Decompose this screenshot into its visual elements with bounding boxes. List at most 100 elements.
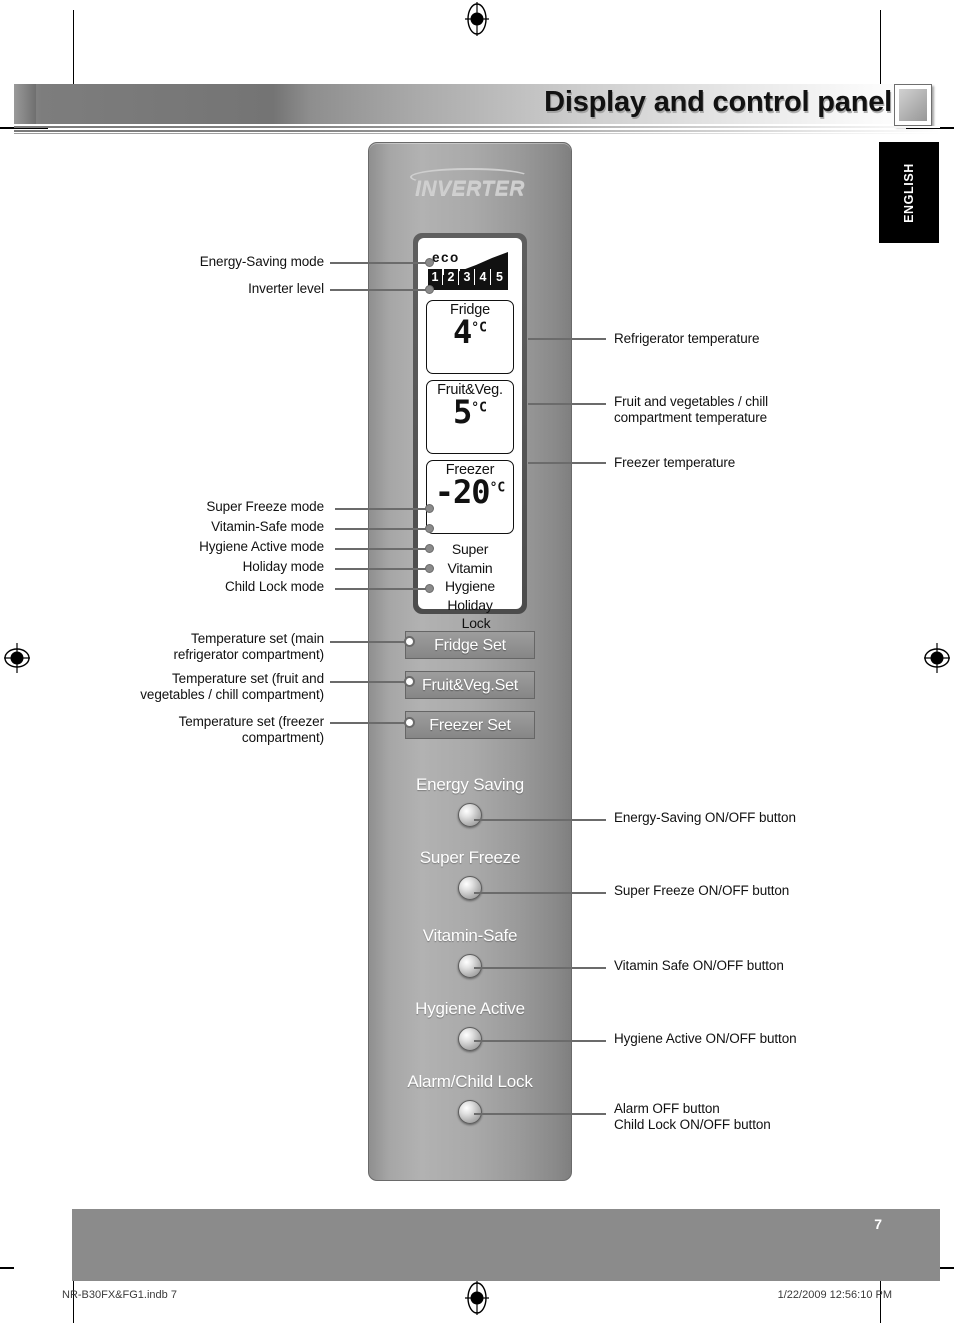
callout-inverter-level: Inverter level	[248, 281, 324, 296]
leader-alarm-child-lock-button	[474, 1113, 606, 1115]
leader-vitamin-safe-mode	[335, 528, 428, 530]
fruit-veg-unit: °C	[471, 400, 487, 416]
leader-vitamin-safe-button	[474, 967, 606, 969]
alarm-child-lock-label: Alarm/Child Lock	[407, 1072, 533, 1091]
callout-temperature-set-main: Temperature set (main refrigerator compa…	[44, 631, 324, 664]
callout-temperature-set-freezer: Temperature set (freezer compartment)	[44, 714, 325, 747]
callout-temperature-set-freezer-line1: Temperature set (freezer	[178, 714, 325, 729]
page-title: Display and control panel	[544, 86, 892, 118]
leader-temperature-set-freezer	[330, 722, 406, 724]
alarm-child-lock-control: Alarm/Child Lock	[369, 1072, 571, 1124]
footer-band	[14, 1209, 940, 1281]
page-number: 7	[874, 1216, 882, 1232]
leader-child-lock-mode	[335, 588, 428, 590]
registration-mark-bottom	[464, 1281, 490, 1315]
hygiene-active-button[interactable]	[458, 1027, 482, 1051]
energy-saving-label: Energy Saving	[416, 775, 524, 794]
set-button-group: Fridge Set Fruit&Veg.Set Freezer Set	[405, 631, 535, 751]
super-freeze-button[interactable]	[458, 876, 482, 900]
callout-fruit-veg-temperature: Fruit and vegetables / chill compartment…	[614, 394, 874, 427]
fruit-veg-value: 5°C	[453, 393, 487, 432]
leader-refrigerator-temperature	[528, 338, 606, 340]
callout-temperature-set-fruit-line1: Temperature set (fruit and	[172, 671, 324, 686]
callout-fruit-veg-temperature-line1: Fruit and vegetables / chill	[614, 394, 769, 409]
callout-temperature-set-main-line2: refrigerator compartment)	[173, 647, 324, 663]
leader-super-freeze-mode	[335, 508, 428, 510]
lcd-dot-vitamin	[425, 524, 434, 533]
inverter-level-indicator: 1 2 3 4 5	[428, 252, 512, 290]
lcd-dot-hygiene	[425, 544, 434, 553]
callout-freezer-temperature: Freezer temperature	[614, 455, 736, 470]
leader-fruit-veg-temperature	[528, 403, 606, 405]
callout-vitamin-safe-button: Vitamin Safe ON/OFF button	[614, 958, 784, 973]
inverter-level-underline	[428, 287, 508, 290]
leader-hygiene-active-button	[474, 1040, 606, 1042]
control-panel-diagram: INVERTER eco 1 2 3 4 5 Fridge 4°C Fruit&…	[368, 142, 572, 1181]
callout-alarm-button-line1: Alarm OFF button	[614, 1101, 720, 1116]
footer-timestamp: 1/22/2009 12:56:10 PM	[777, 1289, 892, 1301]
vitamin-safe-button[interactable]	[458, 954, 482, 978]
callout-energy-saving-button: Energy-Saving ON/OFF button	[614, 810, 796, 825]
inverter-swoosh-icon	[410, 168, 530, 186]
language-tab-label: ENGLISH	[902, 162, 916, 223]
callout-energy-saving-mode: Energy-Saving mode	[199, 254, 324, 269]
fridge-unit: °C	[471, 320, 487, 336]
leader-inverter-level	[330, 289, 428, 291]
fruit-veg-temperature-readout: Fruit&Veg. 5°C	[426, 380, 514, 454]
fridge-set-button[interactable]: Fridge Set	[405, 631, 535, 659]
callout-child-lock-mode: Child Lock mode	[224, 579, 324, 594]
callout-refrigerator-temperature: Refrigerator temperature	[614, 331, 760, 346]
fridge-value: 4°C	[453, 313, 487, 352]
leader-temperature-set-fruit	[330, 681, 406, 683]
set-ring-freezer	[404, 717, 415, 728]
language-tab: ENGLISH	[879, 142, 939, 243]
registration-mark-left	[4, 641, 30, 675]
lcd-dot-holiday	[425, 564, 434, 573]
lcd-dot-lock	[425, 584, 434, 593]
registration-mark-top	[464, 2, 490, 36]
energy-saving-button[interactable]	[458, 803, 482, 827]
callout-holiday-mode: Holiday mode	[242, 559, 324, 574]
leader-hygiene-active-mode	[335, 548, 428, 550]
hygiene-active-label: Hygiene Active	[415, 999, 525, 1018]
super-freeze-label: Super Freeze	[419, 848, 521, 867]
callout-fruit-veg-temperature-line2: compartment temperature	[614, 410, 768, 426]
leader-super-freeze-button	[474, 892, 606, 894]
callout-temperature-set-main-line1: Temperature set (main	[191, 631, 324, 646]
set-ring-fridge	[404, 636, 415, 647]
leader-freezer-temperature	[528, 462, 606, 464]
header-rules	[14, 126, 940, 135]
lcd-screen: eco 1 2 3 4 5 Fridge 4°C Fruit&Veg. 5°C …	[418, 238, 522, 631]
lcd-dot-eco	[425, 258, 434, 267]
callout-super-freeze-mode: Super Freeze mode	[206, 499, 324, 514]
callout-temperature-set-freezer-line2: compartment)	[241, 730, 324, 746]
freezer-unit: °C	[489, 480, 506, 496]
mode-indicator-holiday: Holiday	[447, 596, 493, 613]
inverter-logo: INVERTER	[369, 168, 571, 201]
vitamin-safe-label: Vitamin-Safe	[422, 926, 518, 945]
footer-file-name: NR-B30FX&FG1.indb 7	[62, 1289, 177, 1301]
lcd-dot-inverter	[425, 285, 434, 294]
fruit-veg-set-button[interactable]: Fruit&Veg.Set	[405, 671, 535, 699]
callout-temperature-set-fruit-line2: vegetables / chill compartment)	[140, 687, 324, 703]
manual-page: Display and control panel ENGLISH INVERT…	[0, 0, 954, 1323]
inverter-level-4: 4	[476, 269, 491, 285]
leader-energy-saving-mode	[330, 262, 428, 264]
callout-alarm-button-line2: Child Lock ON/OFF button	[614, 1117, 771, 1133]
inverter-level-3: 3	[460, 269, 475, 285]
callout-temperature-set-fruit: Temperature set (fruit and vegetables / …	[24, 671, 324, 704]
callout-hygiene-active-mode: Hygiene Active mode	[199, 539, 324, 554]
leader-holiday-mode	[335, 568, 428, 570]
freezer-set-button[interactable]: Freezer Set	[405, 711, 535, 739]
leader-energy-saving-button	[474, 819, 606, 821]
callout-super-freeze-button: Super Freeze ON/OFF button	[614, 883, 790, 898]
fridge-temperature-readout: Fridge 4°C	[426, 300, 514, 374]
display-panel-icon	[894, 84, 932, 126]
freezer-temperature-readout: Freezer -20°C	[426, 460, 514, 534]
registration-mark-right	[924, 641, 950, 675]
inverter-level-2: 2	[444, 269, 459, 285]
set-ring-fruit	[404, 676, 415, 687]
alarm-child-lock-button[interactable]	[458, 1100, 482, 1124]
inverter-level-5: 5	[492, 269, 507, 285]
vitamin-safe-control: Vitamin-Safe	[369, 926, 571, 978]
